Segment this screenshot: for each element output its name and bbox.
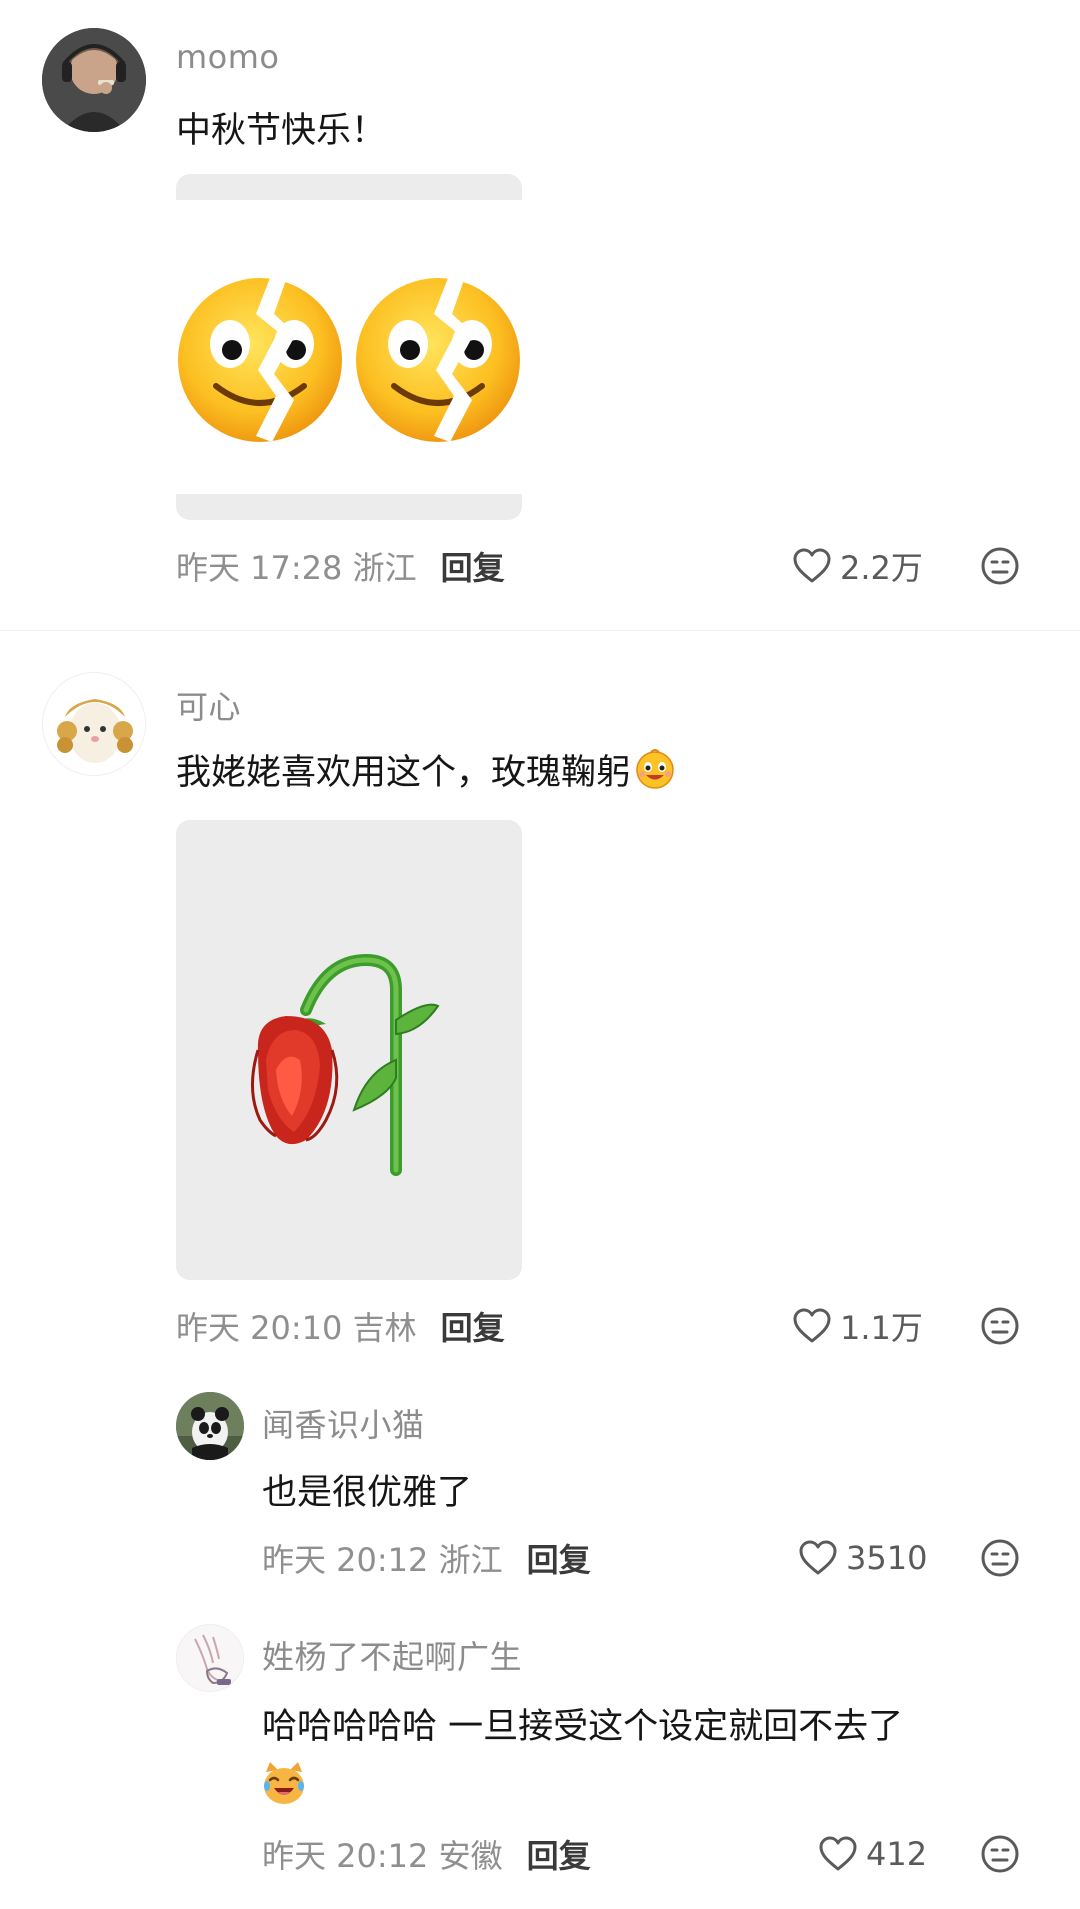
comment-meta: 昨天 20:12 浙江 回复: [262, 1534, 591, 1582]
dislike-face-icon[interactable]: [980, 1834, 1020, 1874]
username[interactable]: 姓杨了不起啊广生: [262, 1632, 522, 1678]
like-count: 412: [866, 1835, 928, 1873]
dislike-face-icon[interactable]: [980, 1538, 1020, 1578]
reply-button[interactable]: 回复: [441, 1303, 505, 1349]
timestamp-location: 昨天 20:12 安徽: [262, 1837, 503, 1875]
heart-icon: [793, 548, 831, 583]
dislike-face-icon[interactable]: [980, 546, 1020, 586]
comment-text: 我姥姥喜欢用这个，玫瑰鞠躬: [176, 744, 677, 795]
comment-text: 也是很优雅了: [262, 1473, 473, 1513]
comment-divider: [0, 630, 1080, 631]
cracked-smiley-sticker[interactable]: [176, 174, 522, 520]
dislike-face-icon[interactable]: [980, 1306, 1020, 1346]
laughing-cat-emoji-icon: [264, 1762, 304, 1804]
heart-icon: [799, 1540, 837, 1575]
timestamp-location: 昨天 20:12 浙江: [262, 1541, 503, 1579]
avatar-wenxiang[interactable]: [176, 1392, 244, 1460]
timestamp-location: 昨天 20:10 吉林: [176, 1309, 417, 1347]
username[interactable]: 可心: [176, 682, 241, 728]
like-count: 2.2万: [840, 549, 923, 587]
reply-button[interactable]: 回复: [441, 543, 505, 589]
comment-meta: 昨天 20:10 吉林 回复: [176, 1302, 505, 1350]
like-button[interactable]: 412: [818, 1830, 927, 1878]
like-button[interactable]: 1.1万: [792, 1302, 923, 1350]
timestamp-location: 昨天 17:28 浙江: [176, 549, 417, 587]
comment-text: 中秋节快乐！: [176, 111, 387, 151]
like-button[interactable]: 3510: [798, 1534, 927, 1582]
comment-meta: 昨天 20:12 安徽 回复: [262, 1830, 591, 1878]
avatar-xingyang[interactable]: [176, 1624, 244, 1692]
comment-meta: 昨天 17:28 浙江 回复: [176, 542, 505, 590]
reply-button[interactable]: 回复: [527, 1831, 591, 1877]
avatar-kexin[interactable]: [42, 672, 146, 776]
comment-text-content: 我姥姥喜欢用这个，玫瑰鞠躬: [176, 753, 632, 793]
heart-icon: [793, 1308, 831, 1343]
like-count: 3510: [846, 1539, 928, 1577]
like-count: 1.1万: [840, 1309, 923, 1347]
username[interactable]: momo: [176, 38, 280, 76]
wilted-rose-sticker[interactable]: [176, 820, 522, 1280]
username[interactable]: 闻香识小猫: [262, 1400, 425, 1446]
comment-text: 哈哈哈哈哈 一旦接受这个设定就回不去了: [262, 1707, 904, 1747]
heart-icon: [819, 1836, 857, 1871]
like-button[interactable]: 2.2万: [792, 542, 923, 590]
reply-button[interactable]: 回复: [527, 1535, 591, 1581]
happy-emoji-icon: [636, 749, 674, 789]
avatar-momo[interactable]: [42, 28, 146, 132]
